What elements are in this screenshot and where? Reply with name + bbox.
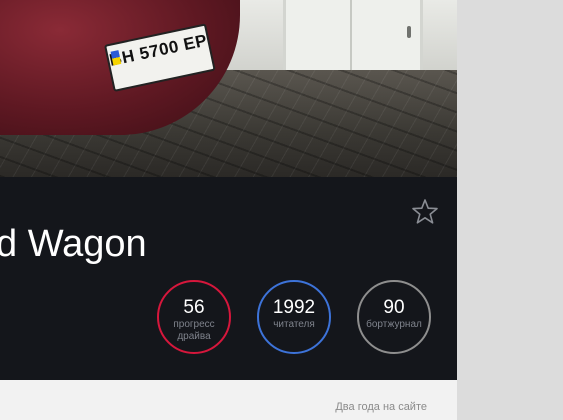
photo-door-seam (350, 0, 352, 72)
stat-drive-progress[interactable]: 56 прогресс драйва (157, 280, 231, 354)
car-info-panel: d Wagon 56 прогресс драйва 1992 читателя… (0, 177, 457, 380)
stat-logbook[interactable]: 90 бортжурнал (357, 280, 431, 354)
car-photo[interactable]: BH 5700 EP (0, 0, 457, 177)
stat-label: драйва (177, 331, 211, 342)
car-card: BH 5700 EP d Wagon 56 прогресс драйва 19… (0, 0, 457, 420)
car-title[interactable]: d Wagon (0, 223, 147, 266)
star-outline-icon[interactable] (411, 198, 439, 226)
photo-door-handle (407, 26, 411, 38)
stat-label: бортжурнал (366, 319, 422, 330)
photo-garage-door (283, 0, 423, 72)
stat-value: 1992 (272, 297, 316, 318)
member-since-text: Два года на сайте (335, 401, 427, 413)
stat-value: 90 (383, 297, 405, 318)
card-footer: Два года на сайте (0, 380, 457, 420)
stat-label: прогресс (173, 319, 215, 330)
stat-label: читателя (273, 319, 315, 330)
stat-readers[interactable]: 1992 читателя (257, 280, 331, 354)
stat-value: 56 (183, 297, 205, 318)
